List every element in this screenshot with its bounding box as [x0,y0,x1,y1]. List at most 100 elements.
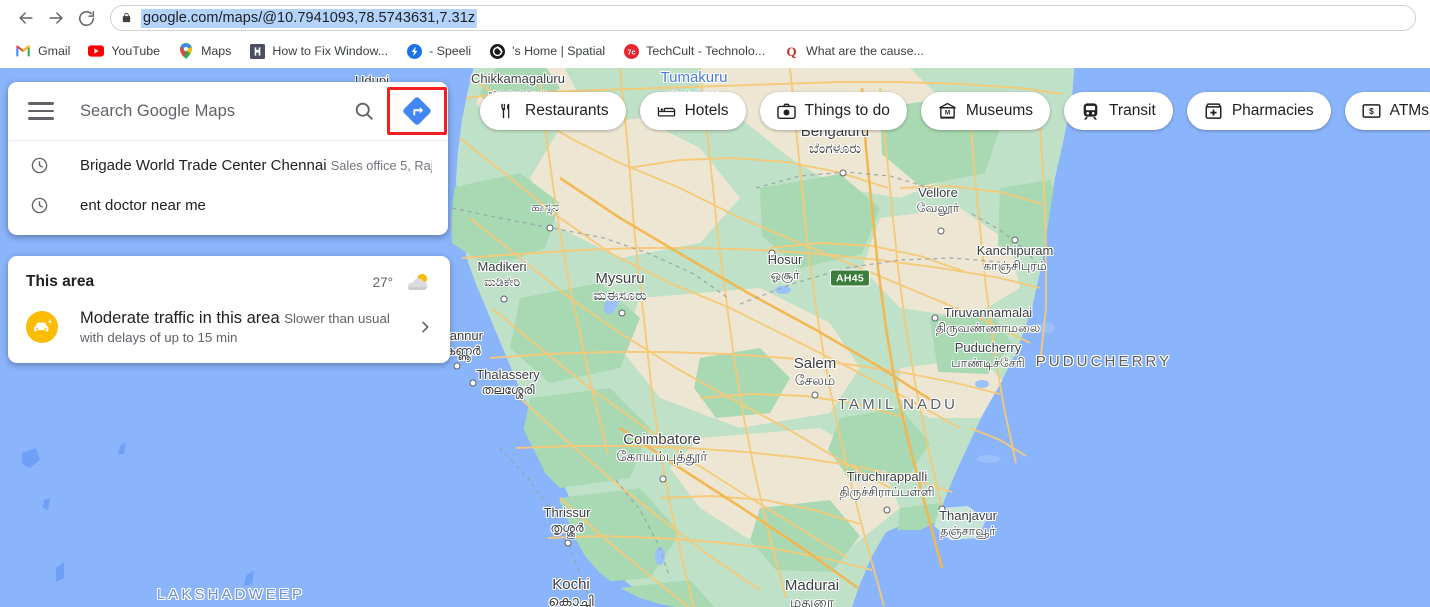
chip-label: Hotels [684,102,729,119]
traffic-title: Moderate traffic in this area [80,309,280,327]
suggestion-row[interactable]: ent doctor near me [8,185,448,225]
suggestion-text: Brigade World Trade Center Chennai Sales… [80,157,432,174]
chevron-right-icon[interactable] [414,319,436,335]
quora-icon: Q [783,43,799,59]
chip-hotels[interactable]: Hotels [639,92,746,130]
area-card-header: This area 27° [8,270,450,294]
bookmark-label: Gmail [38,44,71,58]
suggestion-subtitle: Sales office 5, Raj... [330,157,432,173]
bookmark-label: How to Fix Window... [272,44,389,58]
directions-button[interactable] [386,82,448,140]
traffic-row[interactable]: Moderate traffic in this area Slower tha… [8,308,450,347]
bookmark-gmail[interactable]: Gmail [6,40,79,62]
bookmark-label: - Speeli [429,44,472,58]
bookmark-label: YouTube [111,44,161,58]
thalassery-dot [469,379,477,387]
hotel-bed-icon [657,102,676,121]
area-card-title: This area [26,273,95,290]
museum-icon: M [938,102,957,121]
this-area-card[interactable]: This area 27° Moderate traffic in this a… [8,256,450,363]
madikeri-dot [500,295,508,303]
chip-label: Transit [1109,102,1156,119]
site-info-lock-icon[interactable] [121,11,133,25]
speeli-icon [406,43,422,59]
back-icon[interactable] [12,4,40,32]
partly-cloudy-icon [404,271,432,293]
bookmark-label: Maps [201,44,232,58]
svg-text:M: M [945,110,950,117]
chip-things-to-do[interactable]: Things to do [759,92,907,130]
traffic-car-icon [26,311,58,344]
bookmark-speeli[interactable]: - Speeli [397,40,480,62]
svg-text:Q: Q [786,44,796,59]
h-square-icon [249,43,265,59]
tiruchirappalli-dot [883,506,891,514]
chip-transit[interactable]: Transit [1064,92,1173,130]
map-canvas[interactable]: Restaurants Hotels Things to do M Museum… [0,68,1430,607]
restaurant-icon [497,102,516,121]
browser-toolbar: google.com/maps/@10.7941093,78.5743631,7… [0,0,1430,36]
ah45-shield: AH45 [829,269,871,287]
coimbatore-dot [659,475,667,483]
svg-text:$: $ [1369,107,1374,116]
reload-icon[interactable] [72,4,100,32]
youtube-icon [88,43,105,59]
mysuru-dot [618,309,626,317]
category-chips-row: Restaurants Hotels Things to do M Museum… [480,92,1430,130]
pharmacy-icon [1204,102,1223,121]
gmail-icon [15,43,31,59]
chip-label: Pharmacies [1231,102,1314,119]
chip-label: ATMs [1389,102,1429,119]
bookmark-techcult[interactable]: 7c TechCult - Technolo... [614,40,774,62]
bookmark-label: TechCult - Technolo... [646,44,766,58]
bookmark-label: What are the cause... [806,44,924,58]
chip-pharmacies[interactable]: Pharmacies [1186,92,1331,130]
bookmark-maps[interactable]: Maps [169,40,240,62]
hosur-dot [768,249,776,257]
history-clock-icon [24,156,62,175]
main-menu-icon[interactable] [24,94,58,128]
url-text[interactable]: google.com/maps/@10.7941093,78.5743631,7… [141,8,478,28]
area-temperature: 27° [372,274,393,290]
chip-label: Restaurants [525,102,609,119]
chip-label: Things to do [804,102,890,119]
search-icon[interactable] [342,89,386,133]
chip-label: Museums [965,102,1034,119]
suggestion-title: Brigade World Trade Center Chennai [80,156,327,174]
bookmark-spatial-home[interactable]: 's Home | Spatial [480,40,614,62]
kanchipuram-dot [1011,236,1019,244]
bookmark-how-to-fix-window[interactable]: How to Fix Window... [240,40,397,62]
address-bar[interactable]: google.com/maps/@10.7941093,78.5743631,7… [110,5,1416,31]
bengaluru-dot [839,169,847,177]
spatial-icon [489,43,505,59]
salem-dot [811,391,819,399]
bookmarks-bar: Gmail YouTube Maps How to Fix Window... … [0,36,1430,66]
bookmark-youtube[interactable]: YouTube [79,40,169,62]
atm-icon: $ [1362,102,1381,121]
svg-text:7c: 7c [627,48,635,56]
search-suggestions: Brigade World Trade Center Chennai Sales… [8,141,448,235]
bookmark-label: 's Home | Spatial [512,44,606,58]
hassan-dot [546,224,554,232]
kannur-dot [453,362,461,370]
directions-icon [402,96,432,126]
forward-icon[interactable] [42,4,70,32]
thanjavur-dot [938,505,946,513]
vellore-dot [937,227,945,235]
bookmark-quora[interactable]: Q What are the cause... [774,40,933,62]
tiruvannamalai-dot [931,314,939,322]
chip-museums[interactable]: M Museums [920,92,1051,130]
browser-chrome: google.com/maps/@10.7941093,78.5743631,7… [0,0,1430,68]
thrissur-dot [564,539,572,547]
suggestion-row[interactable]: Brigade World Trade Center Chennai Sales… [8,145,448,185]
google-maps-icon [178,43,194,59]
chip-atms[interactable]: $ ATMs [1344,92,1430,130]
suggestion-text: ent doctor near me [80,196,206,214]
chip-restaurants[interactable]: Restaurants [480,92,626,130]
techcult-icon: 7c [623,43,639,59]
history-clock-icon [24,196,62,215]
search-panel: Brigade World Trade Center Chennai Sales… [8,82,448,235]
traffic-texts: Moderate traffic in this area Slower tha… [80,308,414,347]
camera-icon [776,102,796,121]
search-input[interactable] [80,101,342,121]
